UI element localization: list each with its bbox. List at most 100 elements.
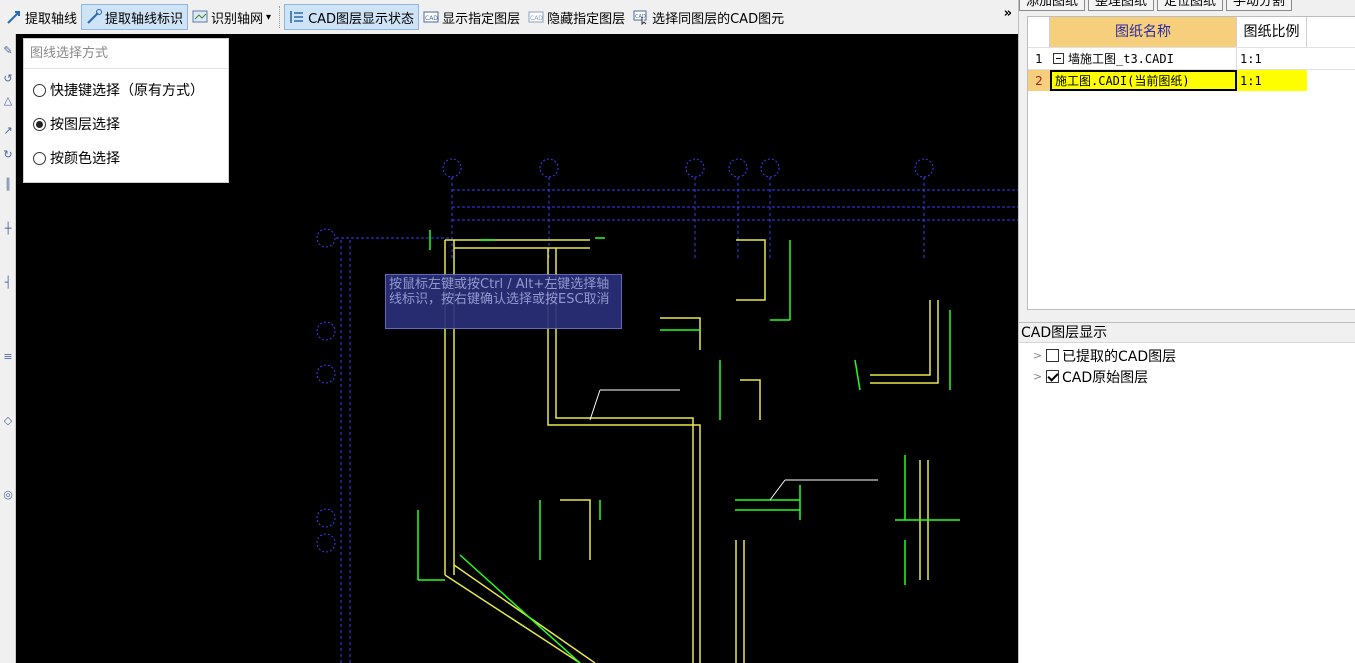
hide-layer-button[interactable]: CAD 隐藏指定图层 [524, 4, 629, 30]
layer-label: CAD原始图层 [1062, 369, 1149, 386]
radio-option-by-layer[interactable]: 按图层选择 [24, 107, 228, 141]
table-row[interactable]: 1 墙施工图_t3.CADI 1:1 [1028, 47, 1355, 69]
layer-panel-title: CAD图层显示 [1019, 323, 1355, 343]
annotation-line [854, 359, 861, 391]
identify-grid-button[interactable]: 识别轴网 ▾ [188, 4, 275, 30]
layer-label: 已提取的CAD图层 [1062, 348, 1177, 365]
chevron-right-icon[interactable]: > [1033, 370, 1043, 383]
leader-line [589, 389, 601, 421]
wall-line [560, 499, 591, 560]
tab-add-drawing[interactable]: 添加图纸 [1019, 0, 1086, 11]
radio-button[interactable] [33, 83, 46, 97]
extract-axis-icon [6, 9, 22, 25]
tool-icon[interactable]: ║ [0, 178, 16, 192]
axis-bubble [316, 364, 336, 384]
cad-hide-icon: CAD [528, 9, 544, 25]
toolbar-overflow-icon[interactable]: » [1004, 6, 1012, 21]
tool-icon[interactable]: ┼ [0, 222, 16, 236]
tool-icon[interactable]: ◇ [0, 414, 16, 428]
svg-text:CAD: CAD [425, 15, 438, 22]
wall-line [740, 379, 761, 420]
toolbar-divider [279, 6, 281, 28]
cad-layer-panel: CAD图层显示 > 已提取的CAD图层 > CAD原始图层 [1019, 322, 1355, 663]
svg-text:CAD: CAD [530, 15, 543, 22]
layer-display-state-button[interactable]: CAD图层显示状态 [284, 4, 420, 30]
layer-checkbox[interactable] [1046, 370, 1059, 383]
chevron-right-icon[interactable]: > [1033, 349, 1043, 362]
app-window: 提取轴线 提取轴线标识 识别轴网 ▾ CAD图层显示状态 CAD 显示指定图层 … [0, 0, 1355, 663]
drawing-name-cell[interactable]: 施工图.CADI(当前图纸) [1050, 70, 1237, 91]
tool-icon[interactable]: ≡ [0, 350, 16, 364]
layer-display-state-label: CAD图层显示状态 [308, 11, 415, 27]
layer-tree-item[interactable]: > CAD原始图层 [1019, 366, 1355, 387]
axis-bubble [760, 158, 780, 178]
axis-bubble [316, 508, 336, 528]
layer-tree-item[interactable]: > 已提取的CAD图层 [1019, 345, 1355, 366]
extract-axis-label-icon [86, 9, 103, 25]
extract-axis-label-button[interactable]: 提取轴线标识 [81, 4, 189, 30]
row-number: 2 [1028, 70, 1050, 91]
tool-icon[interactable]: ◎ [0, 488, 16, 502]
tab-organize-drawing[interactable]: 整理图纸 [1088, 0, 1155, 11]
axis-bubble [685, 158, 705, 178]
selection-hint-tooltip: 按鼠标左键或按Ctrl / Alt+左键选择轴线标识，按右键确认选择或按ESC取… [385, 274, 622, 329]
wall-line [870, 300, 931, 376]
right-panel: 添加图纸 整理图纸 定位图纸 手动分割 图纸名称 图纸比例 1 墙施工图_t3.… [1018, 0, 1355, 663]
selection-method-popup: 图线选择方式 快捷键选择（原有方式） 按图层选择 按颜色选择 [23, 38, 229, 183]
wall-line [660, 317, 701, 350]
layer-checkbox[interactable] [1046, 349, 1059, 362]
drawing-tabs: 添加图纸 整理图纸 定位图纸 手动分割 [1019, 0, 1355, 12]
chevron-down-icon[interactable]: ▾ [266, 12, 271, 23]
drawing-name-cell[interactable]: 墙施工图_t3.CADI [1050, 48, 1237, 69]
radio-label: 快捷键选择（原有方式） [50, 83, 204, 99]
axis-bubble [442, 158, 462, 178]
identify-grid-label: 识别轴网 [211, 11, 264, 27]
wall-line [870, 300, 939, 384]
radio-option-shortcut[interactable]: 快捷键选择（原有方式） [24, 73, 228, 107]
cad-show-icon: CAD [423, 9, 439, 25]
rotate-icon[interactable]: ↻ [0, 148, 16, 162]
show-layer-button[interactable]: CAD 显示指定图层 [419, 4, 524, 30]
tool-icon[interactable]: ┤ [0, 276, 16, 290]
toolbar: 提取轴线 提取轴线标识 识别轴网 ▾ CAD图层显示状态 CAD 显示指定图层 … [0, 0, 1018, 34]
layer-display-icon [289, 9, 305, 25]
arrow-icon[interactable]: ↗ [0, 124, 16, 138]
extract-axis-label-label: 提取轴线标识 [105, 11, 184, 27]
table-row[interactable]: 2 施工图.CADI(当前图纸) 1:1 [1028, 69, 1355, 91]
leader-line [769, 479, 786, 501]
popup-title: 图线选择方式 [24, 39, 228, 69]
axis-bubble [316, 533, 336, 553]
lasso-icon[interactable]: ↺ [0, 72, 16, 86]
show-layer-label: 显示指定图层 [442, 11, 521, 27]
axis-bubble [914, 158, 934, 178]
extract-axis-button[interactable]: 提取轴线 [2, 4, 81, 30]
radio-label: 按颜色选择 [50, 151, 120, 167]
select-same-layer-button[interactable]: CAD 选择同图层的CAD图元 [629, 4, 788, 30]
drawing-scale-cell[interactable]: 1:1 [1237, 70, 1307, 91]
svg-text:CAD: CAD [635, 14, 646, 20]
column-header-name[interactable]: 图纸名称 [1050, 17, 1237, 47]
pencil-icon[interactable]: ✎ [0, 44, 16, 58]
wall-line [736, 239, 766, 301]
tab-locate-drawing[interactable]: 定位图纸 [1157, 0, 1224, 11]
radio-label: 按图层选择 [50, 117, 120, 133]
radio-option-by-color[interactable]: 按颜色选择 [24, 141, 228, 175]
axis-bubble [539, 158, 559, 178]
table-header: 图纸名称 图纸比例 [1028, 17, 1355, 47]
row-number: 1 [1035, 52, 1043, 66]
identify-grid-icon [192, 9, 208, 25]
triangle-icon[interactable]: △ [0, 94, 16, 108]
cad-select-icon: CAD [633, 9, 649, 26]
hide-layer-label: 隐藏指定图层 [547, 11, 626, 27]
drawing-list-table: 图纸名称 图纸比例 1 墙施工图_t3.CADI 1:1 2 施工图.CADI(… [1027, 16, 1355, 310]
wall-line [444, 574, 581, 663]
radio-button[interactable] [33, 151, 46, 165]
select-same-layer-label: 选择同图层的CAD图元 [652, 11, 785, 27]
drawing-scale-cell[interactable]: 1:1 [1237, 48, 1307, 69]
axis-bubble [728, 158, 748, 178]
tab-manual-split[interactable]: 手动分割 [1226, 0, 1293, 11]
column-header-scale[interactable]: 图纸比例 [1237, 17, 1307, 47]
drawing-name: 施工图.CADI(当前图纸) [1055, 73, 1190, 88]
radio-button[interactable] [33, 117, 46, 131]
collapse-icon[interactable] [1053, 53, 1064, 64]
